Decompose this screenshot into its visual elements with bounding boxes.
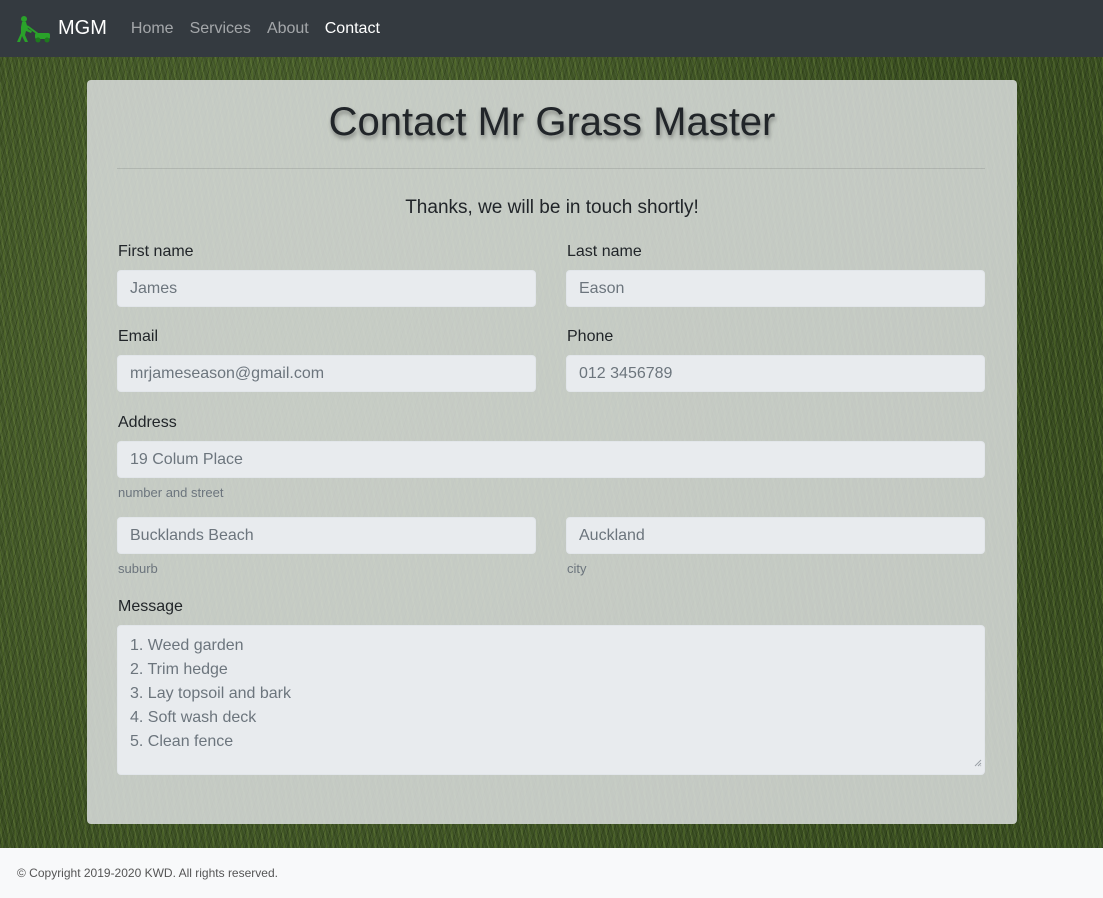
nav-link-about[interactable]: About: [267, 20, 309, 38]
page-title: Contact Mr Grass Master: [328, 100, 776, 144]
street-input[interactable]: 19 Colum Place: [117, 441, 985, 478]
nav-link-services[interactable]: Services: [190, 20, 251, 38]
street-help-text: number and street: [118, 485, 224, 500]
navbar: MGM Home Services About Contact: [0, 0, 1103, 57]
phone-label: Phone: [567, 328, 614, 345]
message-line: 4. Soft wash deck: [130, 709, 257, 726]
phone-input[interactable]: 012 3456789: [566, 355, 985, 392]
brand-name: MGM: [58, 17, 107, 39]
message-line: 1. Weed garden: [130, 637, 244, 654]
last-name-label: Last name: [567, 243, 642, 260]
message-line: 3. Lay topsoil and bark: [130, 685, 291, 702]
last-name-input[interactable]: Eason: [566, 270, 985, 307]
city-input[interactable]: Auckland: [566, 517, 985, 554]
brand-link[interactable]: MGM: [16, 15, 107, 43]
footer: © Copyright 2019-2020 KWD. All rights re…: [0, 848, 1103, 898]
first-name-label: First name: [118, 243, 194, 260]
title-divider: [117, 168, 985, 169]
message-line: 2. Trim hedge: [130, 661, 228, 678]
suburb-input[interactable]: Bucklands Beach: [117, 517, 536, 554]
nav-link-contact[interactable]: Contact: [325, 20, 380, 38]
nav-link-home[interactable]: Home: [131, 20, 174, 38]
copyright-text: © Copyright 2019-2020 KWD. All rights re…: [17, 866, 278, 880]
message-line: 5. Clean fence: [130, 733, 234, 750]
lawnmower-man-icon: [16, 15, 52, 43]
message-textarea[interactable]: 1. Weed garden 2. Trim hedge 3. Lay tops…: [117, 625, 985, 775]
message-label: Message: [118, 598, 183, 615]
email-label: Email: [118, 328, 159, 345]
suburb-help-text: suburb: [118, 561, 158, 576]
resize-grip-icon[interactable]: [974, 754, 982, 772]
email-input[interactable]: mrjameseason@gmail.com: [117, 355, 536, 392]
confirmation-message: Thanks, we will be in touch shortly!: [405, 197, 699, 218]
address-label: Address: [118, 414, 177, 431]
city-help-text: city: [567, 561, 587, 576]
first-name-input[interactable]: James: [117, 270, 536, 307]
